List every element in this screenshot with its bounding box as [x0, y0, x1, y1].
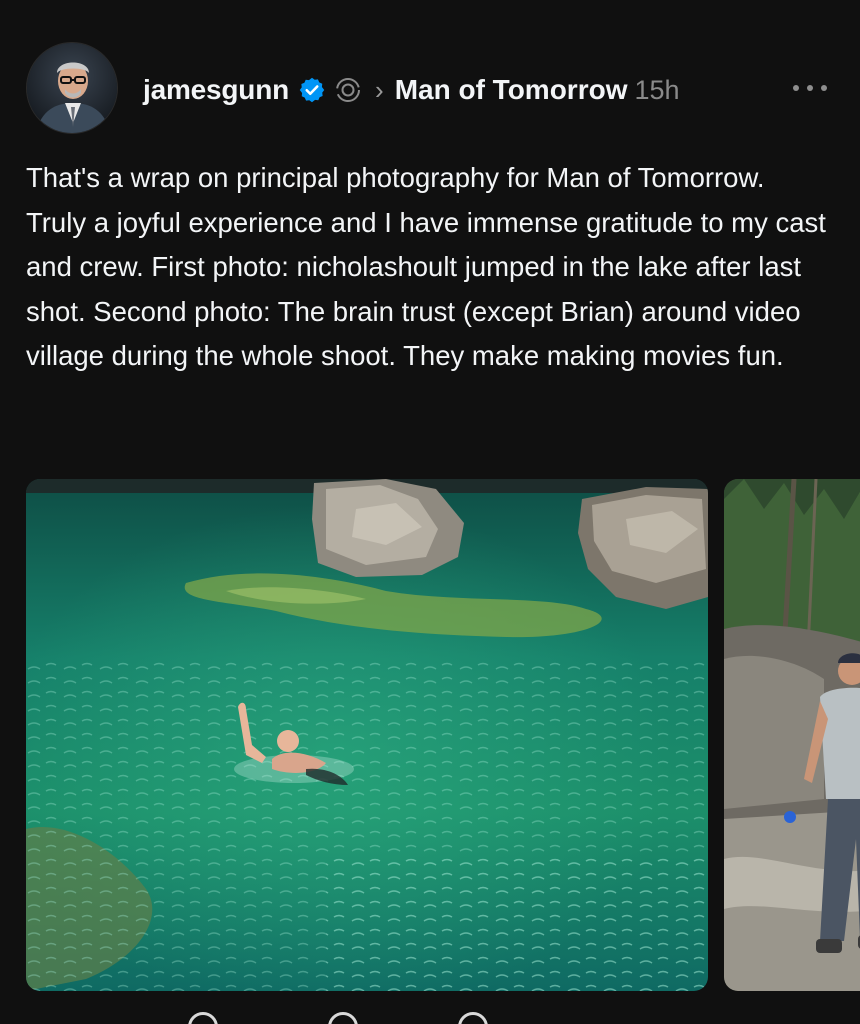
author-avatar[interactable]	[26, 42, 118, 134]
post-photo-lake[interactable]	[26, 479, 708, 991]
more-dot	[807, 85, 813, 91]
author-username[interactable]: jamesgunn	[143, 74, 289, 106]
chevron-right-icon: ›	[375, 75, 384, 105]
post-timestamp: 15h	[634, 74, 680, 105]
thread-post: jamesgunn › Man of Tomorrow 15h That's a…	[0, 0, 860, 1024]
post-caption: That's a wrap on principal photography f…	[26, 162, 826, 372]
community-name[interactable]: Man of Tomorrow	[395, 74, 628, 106]
more-dot	[821, 85, 827, 91]
post-photo-video-village[interactable]	[724, 479, 860, 991]
verified-badge-icon	[298, 76, 326, 104]
post-header: jamesgunn › Man of Tomorrow 15h	[143, 68, 680, 112]
more-dot	[793, 85, 799, 91]
media-carousel[interactable]	[26, 479, 860, 991]
avatar-image	[27, 43, 117, 133]
community-icon	[335, 77, 361, 103]
more-horizontal-icon[interactable]	[793, 76, 827, 100]
bottom-strip	[0, 992, 860, 1024]
